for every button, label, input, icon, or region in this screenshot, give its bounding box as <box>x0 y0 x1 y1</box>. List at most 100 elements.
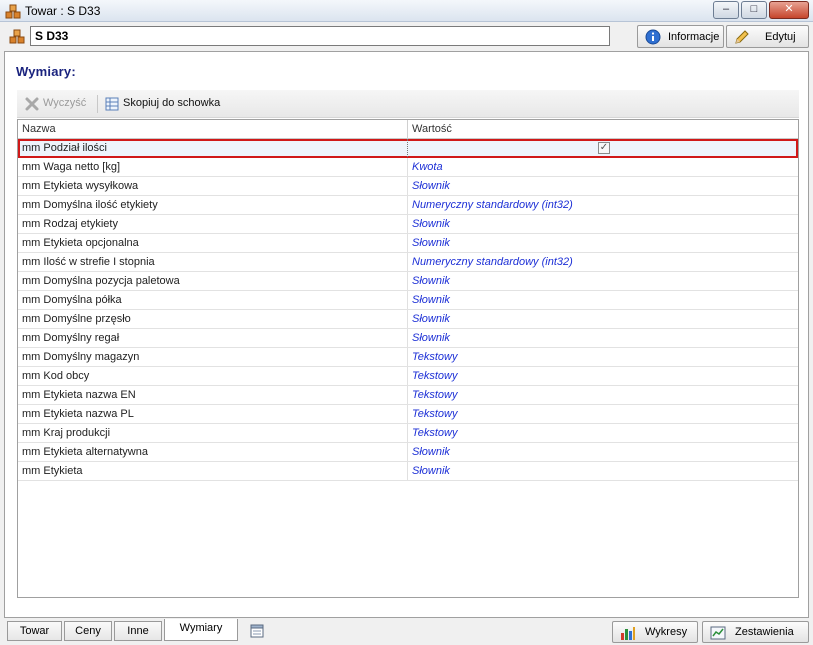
charts-button-label: Wykresy <box>645 626 688 638</box>
cell-value[interactable]: Numeryczny standardowy (int32) <box>412 199 573 211</box>
cell-value[interactable]: Słownik <box>412 294 450 306</box>
grid-toolbar: Wyczyść Skopiuj do schowka <box>17 90 799 118</box>
value-checkbox[interactable]: ✓ <box>598 142 610 154</box>
copy-button-label: Skopiuj do schowka <box>123 97 221 109</box>
edit-button[interactable]: Edytuj <box>726 25 809 48</box>
clear-button-label: Wyczyść <box>43 97 87 109</box>
column-header-name[interactable]: Nazwa <box>22 123 56 135</box>
table-row[interactable]: mm Etykieta nazwa PL Tekstowy <box>18 405 798 424</box>
maximize-button[interactable]: □ <box>741 1 767 19</box>
cell-divider <box>407 329 408 347</box>
info-icon <box>645 29 661 45</box>
table-row[interactable]: mm Ilość w strefie I stopnia Numeryczny s… <box>18 253 798 272</box>
table-row[interactable]: mm Domyślny magazyn Tekstowy <box>18 348 798 367</box>
cell-divider <box>407 215 408 233</box>
cell-divider <box>407 291 408 309</box>
cell-divider <box>407 386 408 404</box>
table-row[interactable]: mm Etykieta alternatywna Słownik <box>18 443 798 462</box>
cell-value[interactable]: Kwota <box>412 161 443 173</box>
cell-name: mm Etykieta alternatywna <box>22 446 148 458</box>
cell-divider <box>407 272 408 290</box>
cell-value[interactable]: Słownik <box>412 313 450 325</box>
minimize-button[interactable]: – <box>713 1 739 19</box>
column-divider[interactable] <box>407 120 408 139</box>
cell-name: mm Waga netto [kg] <box>22 161 121 173</box>
charts-button[interactable]: Wykresy <box>612 621 698 643</box>
cell-value[interactable]: Słownik <box>412 332 450 344</box>
table-row[interactable]: mm Kod obcy Tekstowy <box>18 367 798 386</box>
item-header: S D33 Informacje Edytuj <box>0 22 813 50</box>
cell-divider <box>407 253 408 271</box>
table-row[interactable]: mm Rodzaj etykiety Słownik <box>18 215 798 234</box>
cell-divider <box>407 367 408 385</box>
window-titlebar: Towar : S D33 – □ ✕ <box>0 0 813 22</box>
cell-divider <box>407 234 408 252</box>
cell-value[interactable]: Słownik <box>412 180 450 192</box>
notepad-icon[interactable] <box>250 624 264 638</box>
item-name-field[interactable]: S D33 <box>30 26 610 46</box>
close-button[interactable]: ✕ <box>769 1 809 19</box>
cell-divider <box>407 310 408 328</box>
report-icon <box>710 626 726 640</box>
copy-to-clipboard-button[interactable]: Skopiuj do schowka <box>104 95 224 113</box>
table-row[interactable]: mm Waga netto [kg] Kwota <box>18 158 798 177</box>
cell-name: mm Domyślne przęsło <box>22 313 131 325</box>
cell-name: mm Kraj produkcji <box>22 427 111 439</box>
cell-name: mm Etykieta nazwa PL <box>22 408 134 420</box>
cell-value[interactable]: Słownik <box>412 237 450 249</box>
cell-value[interactable]: Tekstowy <box>412 389 457 401</box>
cell-name: mm Etykieta opcjonalna <box>22 237 139 249</box>
cell-value[interactable]: Tekstowy <box>412 408 457 420</box>
table-row[interactable]: mm Etykieta wysyłkowa Słownik <box>18 177 798 196</box>
tab-wymiary[interactable]: Wymiary <box>164 619 238 641</box>
cell-divider <box>407 443 408 461</box>
table-row[interactable]: mm Domyślna półka Słownik <box>18 291 798 310</box>
reports-button[interactable]: Zestawienia <box>702 621 809 643</box>
grid-rows: mm Podział ilości ✓ mm Waga netto [kg] Kwot… <box>18 139 798 481</box>
cell-value[interactable]: Słownik <box>412 218 450 230</box>
boxes-icon <box>5 4 21 19</box>
column-header-value[interactable]: Wartość <box>412 123 452 135</box>
info-button[interactable]: Informacje <box>637 25 724 48</box>
cell-value[interactable]: Słownik <box>412 446 450 458</box>
section-title: Wymiary: <box>16 64 76 79</box>
info-button-label: Informacje <box>668 31 720 43</box>
table-row[interactable]: mm Domyślny regał Słownik <box>18 329 798 348</box>
table-row[interactable]: mm Domyślna pozycja paletowa Słownik <box>18 272 798 291</box>
tab-inne[interactable]: Inne <box>114 621 162 641</box>
cell-value[interactable]: Tekstowy <box>412 427 457 439</box>
copy-table-icon <box>105 97 119 111</box>
cell-divider <box>407 405 408 423</box>
cell-name: mm Domyślna półka <box>22 294 122 306</box>
table-row[interactable]: mm Domyślne przęsło Słownik <box>18 310 798 329</box>
reports-button-label: Zestawienia <box>735 626 794 638</box>
cell-divider <box>407 139 408 157</box>
dimensions-panel: Wymiary: Wyczyść Skopiuj do schowka Nazw… <box>4 51 809 618</box>
clear-button[interactable]: Wyczyść <box>24 95 90 113</box>
table-row[interactable]: mm Domyślna ilość etykiety Numeryczny sta… <box>18 196 798 215</box>
table-row[interactable]: mm Etykieta opcjonalna Słownik <box>18 234 798 253</box>
table-row[interactable]: mm Kraj produkcji Tekstowy <box>18 424 798 443</box>
clear-x-icon <box>25 97 39 111</box>
window-title: Towar : S D33 <box>25 4 101 18</box>
table-row[interactable]: mm Etykieta nazwa EN Tekstowy <box>18 386 798 405</box>
cell-value[interactable]: Słownik <box>412 275 450 287</box>
cell-divider <box>407 424 408 442</box>
bottom-tab-bar: Towar Ceny Inne Wymiary Wykresy Zestawie… <box>0 619 813 645</box>
cell-name: mm Domyślna ilość etykiety <box>22 199 158 211</box>
cell-value[interactable]: Tekstowy <box>412 370 457 382</box>
cell-value[interactable]: Tekstowy <box>412 351 457 363</box>
tab-towar[interactable]: Towar <box>7 621 62 641</box>
cell-name: mm Domyślny regał <box>22 332 120 344</box>
pencil-icon <box>735 30 749 44</box>
cell-divider <box>407 158 408 176</box>
cell-divider <box>407 177 408 195</box>
table-row[interactable]: mm Podział ilości ✓ <box>18 139 798 158</box>
cell-value[interactable]: Słownik <box>412 465 450 477</box>
cell-name: mm Etykieta nazwa EN <box>22 389 136 401</box>
dimensions-grid: Nazwa Wartość mm Podział ilości ✓ mm Waga … <box>17 119 799 598</box>
cell-divider <box>407 348 408 366</box>
table-row[interactable]: mm Etykieta Słownik <box>18 462 798 481</box>
tab-ceny[interactable]: Ceny <box>64 621 112 641</box>
cell-value[interactable]: Numeryczny standardowy (int32) <box>412 256 573 268</box>
